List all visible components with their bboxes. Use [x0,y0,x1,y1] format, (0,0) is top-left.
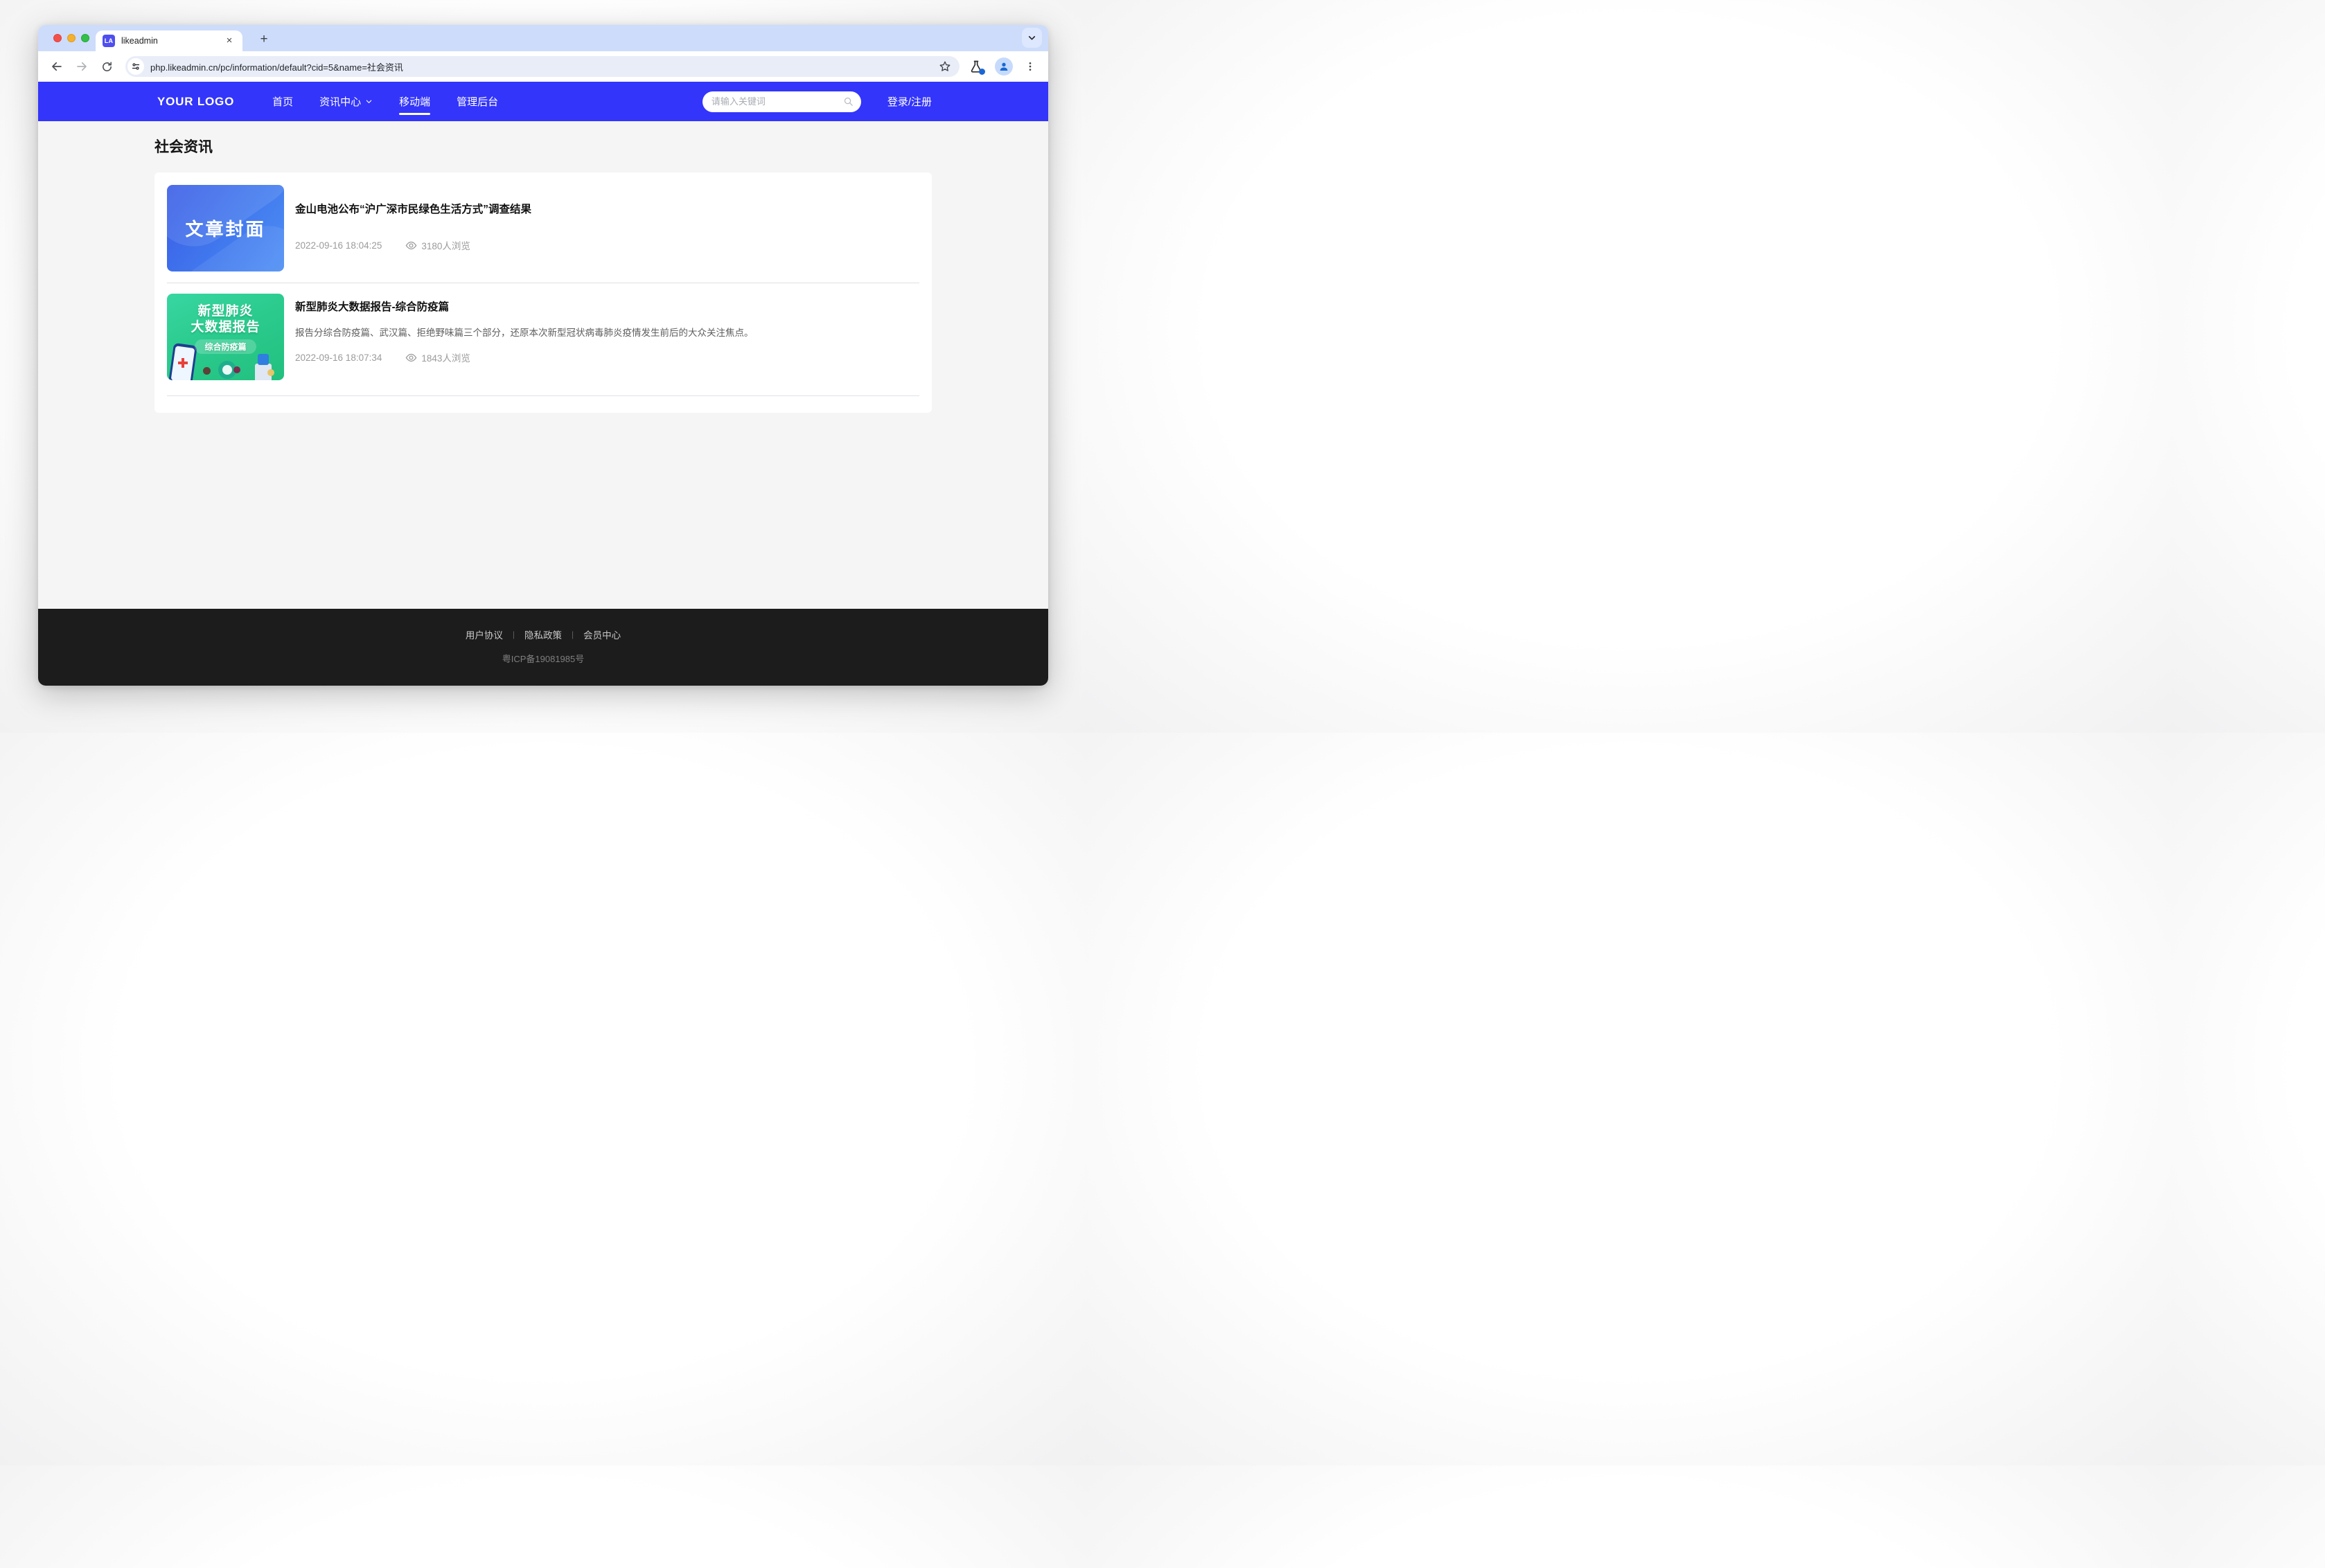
search-box[interactable] [702,91,861,112]
footer-link-privacy-policy[interactable]: 隐私政策 [524,627,562,641]
site-navbar: YOUR LOGO 首页 资讯中心 移动端 [38,82,1048,121]
profile-avatar[interactable] [995,57,1013,75]
close-window-button[interactable] [53,34,62,42]
chevron-down-icon [1027,33,1036,42]
reload-button[interactable] [98,57,116,75]
tab-strip: LA likeadmin × + [38,25,1048,51]
article-description: 报告分综合防疫篇、武汉篇、拒绝野味篇三个部分，还原本次新型冠状病毒肺炎疫情发生前… [295,326,919,339]
nav-item-admin[interactable]: 管理后台 [457,82,498,121]
site-logo[interactable]: YOUR LOGO [157,95,234,109]
tab-search-button[interactable] [1022,28,1042,48]
search-input[interactable] [711,96,843,107]
nav-menu: 首页 资讯中心 移动端 管理后台 [259,82,511,121]
browser-toolbar: php.likeadmin.cn/pc/information/default?… [38,51,1048,82]
search-icon[interactable] [843,96,854,107]
article-views: 1843人浏览 [405,350,470,364]
eye-icon [405,352,417,364]
fingerprint-illustration [258,354,269,365]
person-illustration [233,366,240,373]
person-illustration [203,367,211,375]
site-info-button[interactable] [127,58,144,75]
thumbnail-badge: 综合防疫篇 [195,339,256,354]
page-title: 社会资讯 [154,136,932,157]
person-illustration [267,369,274,376]
nav-item-mobile[interactable]: 移动端 [399,82,430,121]
article-thumbnail[interactable]: 新型肺炎 大数据报告 综合防疫篇 [167,294,284,380]
article-title[interactable]: 新型肺炎大数据报告-综合防疫篇 [295,301,919,314]
experiments-button[interactable] [969,60,983,73]
browser-window: LA likeadmin × + php.likeadmin.cn/pc [38,25,1048,686]
article-views: 3180人浏览 [405,238,470,252]
reload-icon [101,61,113,73]
chevron-down-icon [365,98,373,105]
notification-dot [979,69,985,75]
minimize-window-button[interactable] [67,34,76,42]
article-row[interactable]: 文章封面 金山电池公布“沪广深市民绿色生活方式”调查结果 2022-09-16 … [167,185,919,271]
kebab-menu-icon[interactable] [1025,61,1036,72]
back-arrow-icon [51,60,63,73]
site-favicon: LA [103,35,115,47]
bookmark-star-icon[interactable] [939,60,951,73]
article-list-card: 文章封面 金山电池公布“沪广深市民绿色生活方式”调查结果 2022-09-16 … [154,172,932,413]
thumbnail-title-line1: 新型肺炎 [197,303,253,319]
eye-icon [405,240,417,251]
url-text: php.likeadmin.cn/pc/information/default?… [150,60,939,73]
nav-item-news-center[interactable]: 资讯中心 [319,82,373,121]
back-button[interactable] [48,57,66,75]
forward-arrow-icon [76,60,88,73]
footer-links: 用户协议 | 隐私政策 | 会员中心 [38,609,1048,641]
footer-link-user-agreement[interactable]: 用户协议 [466,627,503,641]
site-footer: 用户协议 | 隐私政策 | 会员中心 粤ICP备19081985号 [38,609,1048,686]
login-register-link[interactable]: 登录/注册 [887,94,932,109]
article-date: 2022-09-16 18:04:25 [295,240,382,251]
address-bar[interactable]: php.likeadmin.cn/pc/information/default?… [125,56,960,77]
article-thumbnail[interactable]: 文章封面 [167,185,284,271]
active-tab-underline [399,113,430,115]
thumbnail-cover-text: 文章封面 [185,215,265,241]
article-row[interactable]: 新型肺炎 大数据报告 综合防疫篇 新型肺炎大数据报告-综合防疫篇 [167,294,919,380]
browser-tab[interactable]: LA likeadmin × [96,30,242,51]
thumbnail-title-line2: 大数据报告 [191,319,260,335]
forward-button[interactable] [73,57,91,75]
footer-link-member-center[interactable]: 会员中心 [583,627,621,641]
nav-item-home[interactable]: 首页 [272,82,293,121]
icp-record-number: 粤ICP备19081985号 [38,652,1048,665]
article-title[interactable]: 金山电池公布“沪广深市民绿色生活方式”调查结果 [295,203,919,217]
page-viewport: YOUR LOGO 首页 资讯中心 移动端 [38,82,1048,686]
medical-cross-illustration [178,358,188,368]
article-date: 2022-09-16 18:07:34 [295,353,382,363]
tune-icon [132,62,140,71]
traffic-lights [53,34,89,42]
new-tab-button[interactable]: + [254,30,274,50]
close-tab-icon[interactable]: × [223,35,236,47]
tab-title: likeadmin [121,36,223,46]
toolbar-right-icons [969,57,1038,75]
zoom-window-button[interactable] [81,34,89,42]
divider [167,395,919,396]
person-icon [998,61,1009,72]
